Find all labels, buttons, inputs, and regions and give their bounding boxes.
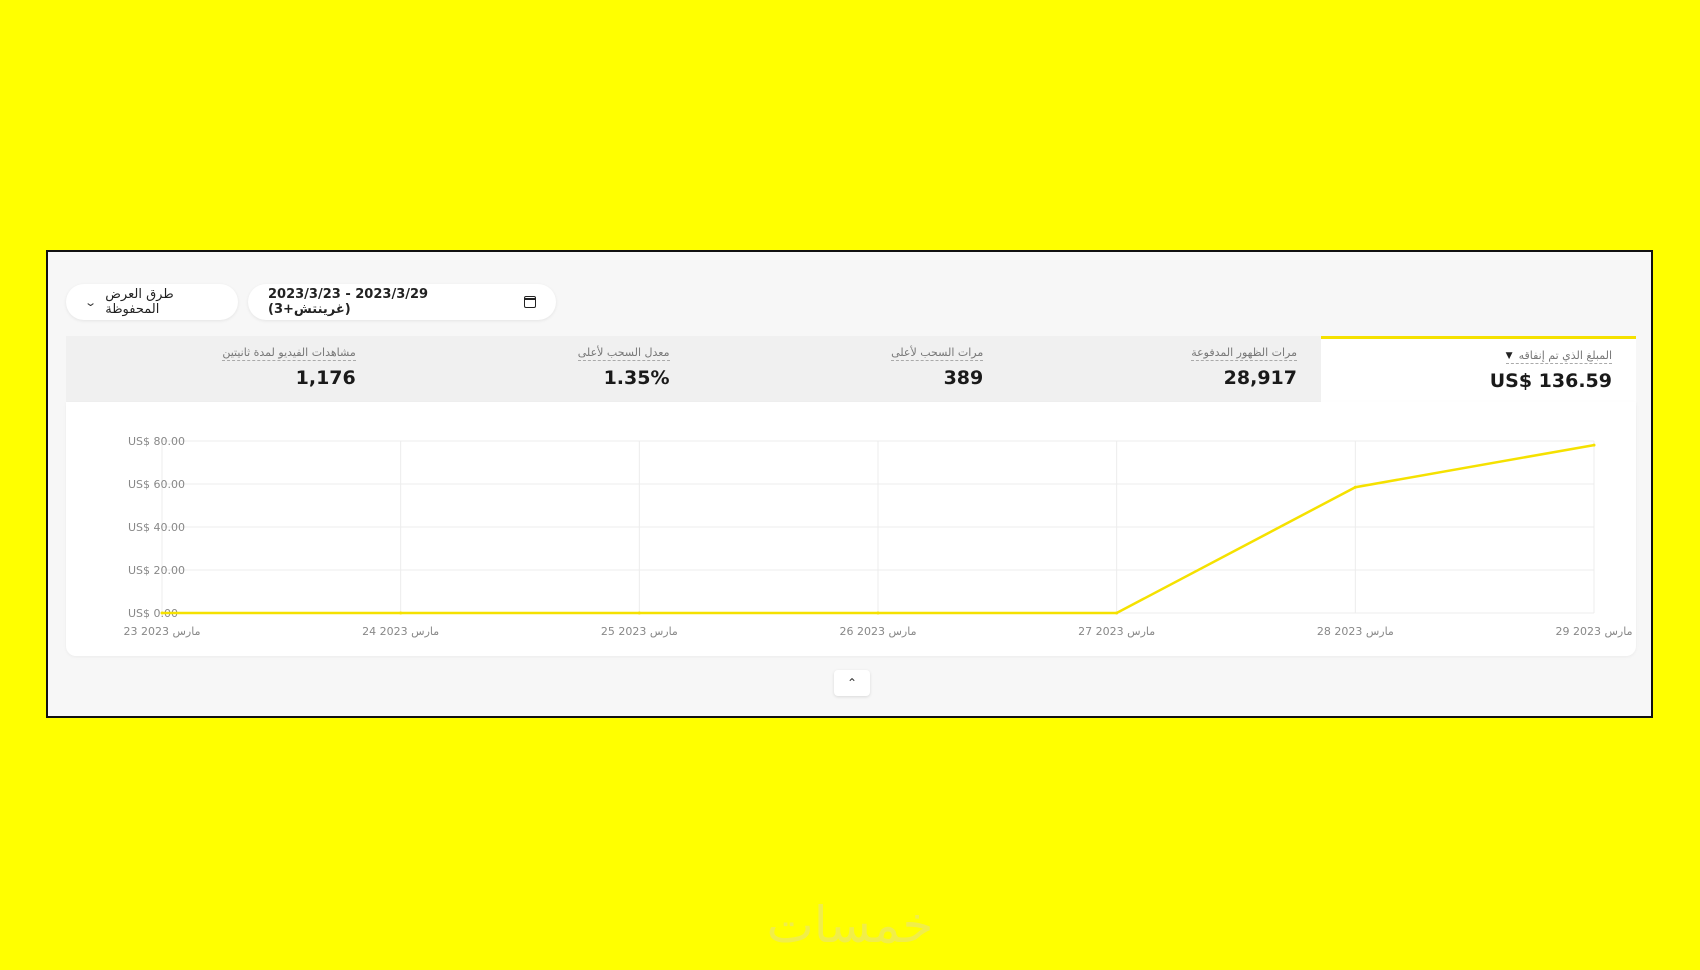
saved-views-dropdown[interactable]: ⌄ طرق العرض المحفوظة: [66, 284, 238, 320]
metric-paid-impressions[interactable]: مرات الظهور المدفوعة 28,917: [1007, 336, 1321, 402]
metric-value: US$ 136.59: [1489, 370, 1612, 392]
metric-value: 28,917: [1223, 367, 1297, 389]
metric-label: مرات الظهور المدفوعة: [1191, 346, 1297, 361]
data-point: [637, 611, 641, 615]
metric-label-with-dropdown[interactable]: ▼ المبلغ الذي تم إنفاقه: [1505, 349, 1612, 364]
x-tick-label: 23 مارس 2023: [124, 625, 201, 638]
y-tick-label: US$ 40.00: [128, 521, 185, 534]
collapse-chart-button[interactable]: ⌃: [834, 670, 870, 696]
data-point: [876, 611, 880, 615]
data-point: [1592, 443, 1596, 447]
metric-value: 1.35%: [603, 367, 670, 389]
x-tick-label: 26 مارس 2023: [840, 625, 917, 638]
metric-video-views[interactable]: مشاهدات الفيديو لمدة ثانيتين 1,176: [66, 336, 380, 402]
x-tick-label: 29 مارس 2023: [1556, 625, 1633, 638]
chart-panel: US$ 0.00 US$ 20.00 US$ 40.00 US$ 60.00 US$ 8…: [66, 402, 1636, 656]
date-range-label: 2023/3/23 - 2023/3/29 (غرينتش+3): [268, 287, 429, 317]
y-tick-label: US$ 80.00: [128, 435, 185, 448]
metric-value: 1,176: [295, 367, 356, 389]
watermark-logo: خمسات: [740, 895, 960, 955]
metric-label: مشاهدات الفيديو لمدة ثانيتين: [222, 346, 356, 361]
line-chart: US$ 0.00US$ 20.00US$ 40.00US$ 60.00US$ 8…: [124, 435, 1633, 638]
x-tick-label: 25 مارس 2023: [601, 625, 678, 638]
metric-amount-spent[interactable]: ▼ المبلغ الذي تم إنفاقه US$ 136.59: [1321, 336, 1636, 402]
metric-label: معدل السحب لأعلى: [577, 346, 670, 361]
dashboard-frame: ⌄ طرق العرض المحفوظة 2023/3/23 - 2023/3/…: [46, 250, 1653, 718]
data-point: [1115, 611, 1119, 615]
metric-swipe-ups[interactable]: مرات السحب لأعلى 389: [693, 336, 1008, 402]
data-point: [1353, 485, 1357, 489]
metric-label: مرات السحب لأعلى: [891, 346, 984, 361]
chevron-down-icon: ⌄: [84, 295, 98, 309]
y-tick-label: US$ 60.00: [128, 478, 185, 491]
metric-label-text: المبلغ الذي تم إنفاقه: [1518, 349, 1612, 362]
data-point: [160, 611, 164, 615]
metrics-bar: مشاهدات الفيديو لمدة ثانيتين 1,176 معدل …: [66, 336, 1636, 402]
chevron-up-icon: ⌃: [846, 676, 858, 690]
calendar-icon: [524, 296, 536, 308]
x-tick-label: 27 مارس 2023: [1078, 625, 1155, 638]
x-tick-label: 24 مارس 2023: [362, 625, 439, 638]
caret-down-icon: ▼: [1505, 351, 1513, 361]
x-tick-label: 28 مارس 2023: [1317, 625, 1394, 638]
date-range-picker[interactable]: 2023/3/23 - 2023/3/29 (غرينتش+3): [248, 284, 556, 320]
y-tick-label: US$ 20.00: [128, 564, 185, 577]
data-point: [399, 611, 403, 615]
saved-views-label: طرق العرض المحفوظة: [105, 287, 174, 317]
metric-swipe-rate[interactable]: معدل السحب لأعلى 1.35%: [379, 336, 694, 402]
watermark-text: خمسات: [766, 896, 934, 954]
metric-value: 389: [943, 367, 984, 389]
